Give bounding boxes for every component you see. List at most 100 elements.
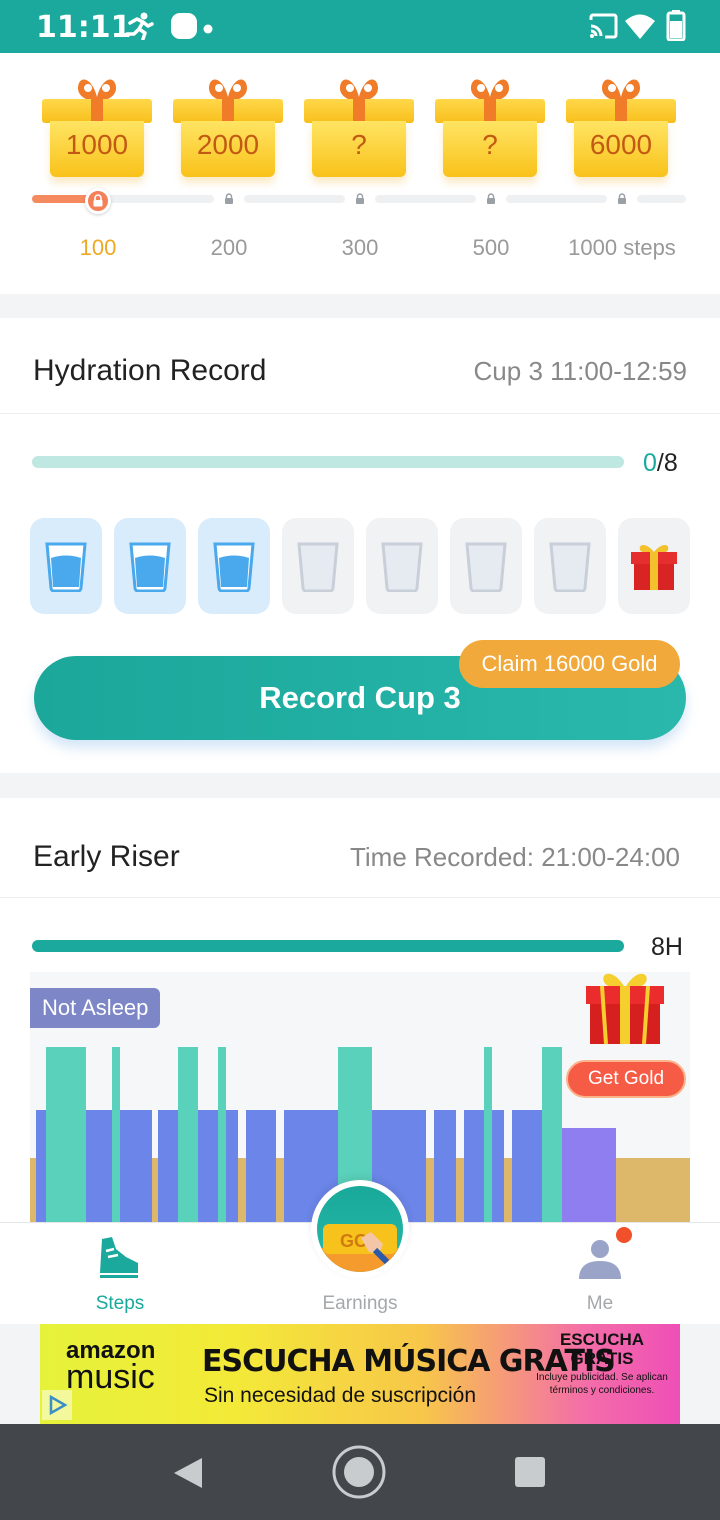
get-gold-button[interactable]: Get Gold: [566, 1060, 686, 1098]
water-glass-icon: [213, 542, 255, 592]
gift-box-4[interactable]: ?: [435, 75, 545, 185]
sleep-progress-bar: [32, 940, 624, 952]
nav-label-earnings: Earnings: [322, 1293, 398, 1314]
not-asleep-label: Not Asleep: [30, 988, 161, 1028]
wifi-icon: [624, 12, 656, 45]
home-icon[interactable]: [331, 1444, 387, 1500]
gift-amount: 2000: [196, 129, 260, 160]
notification-dot: [616, 1227, 632, 1243]
gift-amount: ?: [482, 129, 498, 160]
ad-banner[interactable]: amazon music ESCUCHA MÚSICA GRATIS Sin n…: [40, 1324, 680, 1424]
awake-block: [484, 1047, 492, 1224]
early-riser-card: Early Riser Time Recorded: 21:00-24:00 8…: [0, 798, 720, 1228]
hydration-count-total: /8: [656, 449, 678, 477]
nav-label-steps: Steps: [95, 1293, 145, 1314]
hydration-subtitle: Cup 3 11:00-12:59: [473, 356, 687, 386]
awake-block: [178, 1047, 198, 1224]
hydration-card: Hydration Record Cup 3 11:00-12:59 0/8 R…: [0, 318, 720, 773]
lock-icon: [93, 194, 103, 207]
recents-icon[interactable]: [514, 1456, 546, 1488]
status-bar: 11:11: [0, 0, 720, 53]
ad-disclaimer: Incluye publicidad. Se aplican términos …: [536, 1372, 668, 1396]
early-riser-header: Early Riser Time Recorded: 21:00-24:00: [0, 798, 720, 898]
progress-track-segment: [637, 195, 686, 203]
ad-right-block: ESCUCHA GRATIS Incluye publicidad. Se ap…: [528, 1330, 676, 1397]
water-cup-7[interactable]: [534, 518, 606, 614]
running-icon: [124, 12, 154, 45]
lock-icon: [618, 193, 626, 204]
lock-icon: [356, 193, 364, 204]
ad-subline: Sin necesidad de suscripción: [204, 1384, 476, 1407]
nav-steps[interactable]: Steps: [40, 1223, 200, 1325]
light-sleep-block: [434, 1110, 456, 1224]
dot-icon: [203, 21, 213, 39]
system-nav-bar: [0, 1424, 720, 1520]
step-reward-section: 1000 2000 ? ? 6000 100 200 300 500 1000 …: [0, 53, 720, 294]
empty-glass-icon: [549, 542, 591, 592]
water-cup-4[interactable]: [282, 518, 354, 614]
progress-knob: [85, 188, 111, 214]
lock-icon: [225, 193, 233, 204]
gift-amount: ?: [351, 129, 367, 160]
ad-brand: amazon music: [66, 1338, 155, 1396]
sleep-hours: 8H: [651, 933, 683, 961]
ad-choices-icon[interactable]: [42, 1390, 72, 1420]
nav-me[interactable]: Me: [520, 1223, 680, 1325]
nav-label-me: Me: [586, 1293, 614, 1314]
app-icon: [170, 12, 198, 45]
progress-track-segment: [375, 195, 476, 203]
hydration-count-done: 0: [643, 449, 657, 477]
awake-block: [46, 1047, 86, 1224]
hydration-count: 0/8: [643, 449, 678, 478]
deep-sleep-block: [562, 1128, 616, 1224]
gift-box-1[interactable]: 1000: [42, 75, 152, 185]
claim-gold-badge[interactable]: Claim 16000 Gold: [459, 640, 680, 688]
gift-amount: 1000: [65, 129, 129, 160]
early-riser-title: Early Riser: [33, 840, 180, 873]
empty-glass-icon: [381, 542, 423, 592]
hydration-header: Hydration Record Cup 3 11:00-12:59: [0, 318, 720, 414]
water-glass-icon: [45, 542, 87, 592]
water-cup-2[interactable]: [114, 518, 186, 614]
shoe-icon: [100, 1237, 138, 1278]
ad-right-title-2: GRATIS: [570, 1349, 634, 1368]
status-time: 11:11: [36, 10, 132, 45]
go-coin-icon: GO: [317, 1186, 403, 1272]
profile-icon: [579, 1240, 621, 1279]
empty-glass-icon: [297, 542, 339, 592]
water-cup-3[interactable]: [198, 518, 270, 614]
battery-icon: [666, 9, 686, 46]
early-riser-subtitle: Time Recorded: 21:00-24:00: [349, 842, 680, 872]
milestone-label: 1000 steps: [568, 235, 676, 260]
ad-brand-bottom: music: [66, 1358, 155, 1396]
water-cup-gift[interactable]: [618, 518, 690, 614]
water-cup-5[interactable]: [366, 518, 438, 614]
gift-box-3[interactable]: ?: [304, 75, 414, 185]
gift-amount: 6000: [589, 129, 653, 160]
water-cup-6[interactable]: [450, 518, 522, 614]
ad-right-title-1: ESCUCHA: [559, 1330, 645, 1349]
empty-glass-icon: [465, 542, 507, 592]
cast-icon: [588, 13, 618, 44]
milestone-label: 300: [341, 235, 379, 260]
gift-box-5[interactable]: 6000: [566, 75, 676, 185]
progress-track-segment: [244, 195, 345, 203]
gift-box-2[interactable]: 2000: [173, 75, 283, 185]
app-screen: 11:11 1000 2000 ? ? 6000 100 200 300 500…: [0, 0, 720, 1520]
milestone-label: 200: [210, 235, 248, 260]
awake-block: [112, 1047, 120, 1224]
awake-block: [218, 1047, 226, 1224]
earnings-go-button[interactable]: GO: [311, 1180, 409, 1278]
red-gift-icon: [631, 545, 677, 590]
awake-block: [542, 1047, 562, 1224]
gold-gift-icon[interactable]: [584, 972, 666, 1048]
water-glass-icon: [129, 542, 171, 592]
water-cup-1[interactable]: [30, 518, 102, 614]
back-icon[interactable]: [172, 1456, 204, 1490]
lock-icon: [487, 193, 495, 204]
light-sleep-block: [246, 1110, 276, 1224]
milestone-label: 500: [472, 235, 510, 260]
milestone-label: 100: [79, 235, 117, 260]
progress-track-segment: [506, 195, 607, 203]
hydration-title: Hydration Record: [33, 354, 267, 387]
